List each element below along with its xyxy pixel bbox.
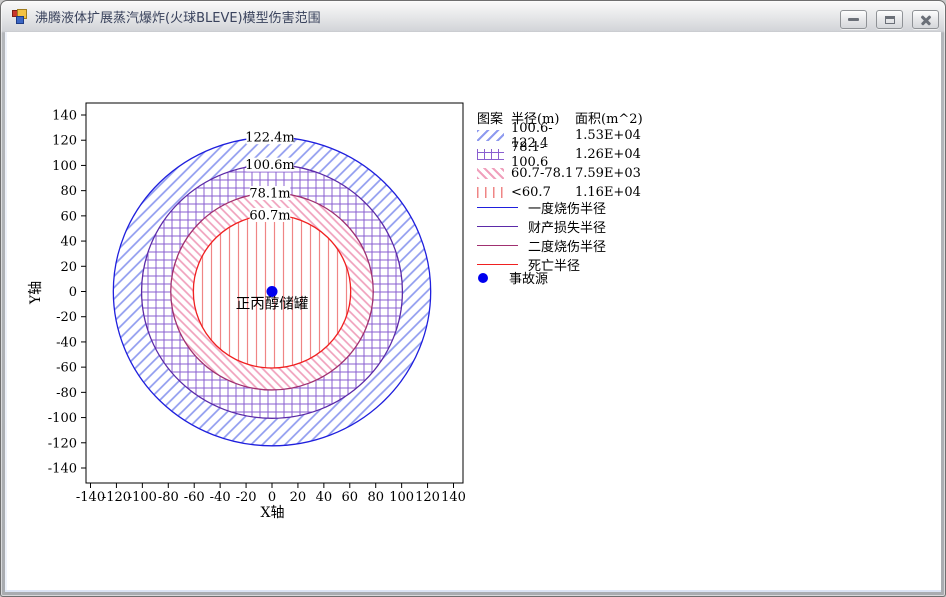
x-axis-tick-label: -20 [236,490,257,505]
legend-line-swatch [477,206,518,209]
x-axis-tick-label: 40 [316,490,333,505]
y-axis-tick-label: -20 [56,310,77,325]
legend-line-row: 二度烧伤半径 [477,236,713,255]
legend-hatch-swatch-diagonal-forward [477,130,504,141]
x-axis-title: X轴 [261,505,285,521]
accident-source-tank-label: 正丙醇储罐 [236,296,309,313]
x-axis-tick-label: 80 [367,490,384,505]
y-axis-tick-label: 120 [52,134,77,149]
legend-hatch-swatch-vertical [477,187,504,198]
y-axis-tick-label: 80 [60,184,77,199]
accident-source-point [266,286,278,297]
legend-marker-row: 事故源 [477,268,713,287]
y-axis-tick-label: 40 [60,235,77,250]
y-axis-tick-label: -40 [56,335,77,350]
y-axis-title: Y轴 [28,281,44,305]
y-axis-tick-label: -140 [48,461,77,476]
legend-header-pattern: 图案 [477,111,504,127]
zone-radius-label: 78.1m [249,187,290,202]
zone-radius-label: 122.4m [245,131,295,146]
y-axis-tick-label: 140 [52,109,77,124]
legend-area-value: 1.26E+04 [575,147,641,162]
legend-radius-value: 78.1-100.6 [511,139,549,170]
legend-line-swatch [477,244,518,247]
zone-radius-label: 100.6m [245,158,295,173]
x-axis-tick-label: -60 [184,490,205,505]
accident-source-label: 事故源 [509,272,549,287]
legend-hatch-swatch-grid [477,149,504,160]
y-axis-tick-label: 100 [52,159,77,174]
x-axis-tick-label: 140 [441,490,466,505]
y-axis-tick-label: 20 [60,260,77,275]
x-axis-tick-label: 120 [415,490,440,505]
x-axis-tick-label: -80 [158,490,179,505]
y-axis-tick-label: -100 [48,411,77,426]
legend-pattern-rows: 100.6-122.4 1.53E+04 78.1-100.6 1.26E+04 60.… [477,121,713,202]
legend-line-rows: 一度烧伤半径 财产损失半径 二度烧伤半径 死亡半径 [477,198,713,274]
y-axis-tick-label: 60 [60,209,77,224]
legend-line-label: 一度烧伤半径 [528,202,607,217]
app-window: 沸腾液体扩展蒸汽爆炸(火球BLEVE)模型伤害范围 -140 -120 -100 -8… [0,0,946,597]
legend-area-value: 7.59E+03 [575,166,641,181]
legend-line-row: 一度烧伤半径 [477,198,713,217]
x-axis-tick-label: 100 [389,490,414,505]
x-axis-tick-label: -140 [76,490,105,505]
legend-line-swatch [477,263,518,266]
x-axis-tick-label: -40 [210,490,231,505]
legend-radius-value: 60.7-78.1 [511,166,574,181]
legend-area-value: 1.53E+04 [575,128,641,143]
legend-line-swatch [477,225,518,228]
bleve-damage-chart: -140-120-100 -80 -60 -40 -20 0 20 40 60 80 100 120 1… [28,102,466,521]
y-axis-tick-label: -80 [56,386,77,401]
accident-source-marker [478,272,488,283]
legend-line-label: 财产损失半径 [528,221,607,236]
zone-radius-label: 60.7m [249,208,290,223]
x-axis-tick-label: 0 [268,490,276,505]
legend-hatch-swatch-diagonal-back [477,168,504,179]
legend-line-row: 财产损失半径 [477,217,713,236]
y-axis-tick-label: -120 [48,436,77,451]
x-axis-tick-label: -100 [128,490,157,505]
y-axis-tick-label: -60 [56,361,77,376]
x-axis-tick-label: 60 [342,490,359,505]
x-axis-tick-label: 20 [290,490,307,505]
legend-line-label: 二度烧伤半径 [528,240,607,255]
legend-header-area: 面积(m^2) [575,111,643,127]
y-axis-tick-label: 0 [69,285,77,300]
legend-pattern-row: 60.7-78.1 7.59E+03 [477,164,713,183]
chart-legend: 图案 半径(m) 面积(m^2) 100.6-122.4 1.53E+04 78.1… [477,108,713,287]
x-axis-tick-label: -120 [102,490,131,505]
legend-pattern-row: 78.1-100.6 1.26E+04 [477,140,713,170]
